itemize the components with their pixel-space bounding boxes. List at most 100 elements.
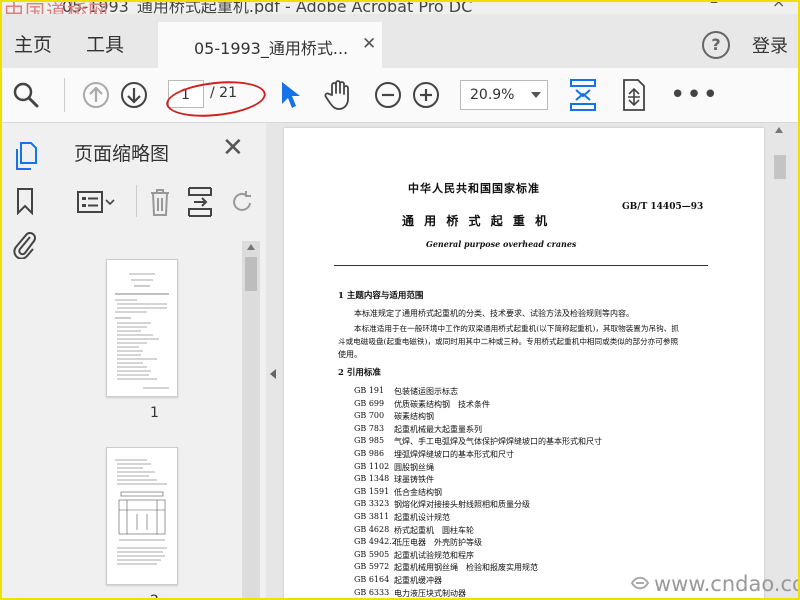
thumbnail-scrollbar[interactable]	[242, 241, 260, 598]
standard-name-16: 电力液压块式制动器	[394, 588, 466, 598]
panel-divider	[136, 185, 137, 217]
standard-code: GB/T 14405—93	[622, 202, 704, 212]
standard-code-1: GB 699	[354, 398, 385, 408]
standard-code-7: GB 1348	[354, 474, 390, 484]
minus-icon[interactable]	[374, 81, 402, 109]
standard-name-1: 优质碳素结构钢 技术条件	[394, 399, 490, 409]
doc-scroll-up-icon[interactable]	[775, 127, 783, 133]
standard-name-3: 起重机械最大起重量系列	[394, 424, 482, 434]
thumbnail-page-2[interactable]	[106, 447, 178, 585]
hand-icon[interactable]	[322, 79, 354, 111]
standard-name-6: 圆股钢丝绳	[394, 462, 434, 472]
search-icon[interactable]	[12, 81, 40, 109]
watermark-bottom: www.cndao.com	[654, 572, 798, 596]
login-button[interactable]: 登录	[752, 32, 788, 58]
paragraph-2-line-1: 本标准适用于在一般环境中工作的双梁通用桥式起重机(以下简称起重机)，其取物装置为…	[354, 324, 679, 333]
home-menu[interactable]: 主页	[14, 30, 52, 57]
standard-code-10: GB 3811	[354, 512, 390, 521]
minimize-icon[interactable]: –	[710, 2, 718, 11]
collapse-panel-icon[interactable]	[270, 369, 276, 379]
scroll-up-icon[interactable]	[247, 244, 255, 250]
nav-rail	[2, 123, 47, 598]
standard-name-7: 球墨铸铁件	[394, 475, 434, 485]
thumbnail-panel: 页面缩略图 ✕ 1	[46, 123, 266, 598]
tools-menu[interactable]: 工具	[86, 30, 124, 57]
standard-code-14: GB 5972	[354, 562, 390, 572]
standard-code-2: GB 700	[354, 411, 385, 421]
panel-splitter[interactable]	[266, 123, 280, 598]
more-icon[interactable]: •••	[670, 82, 719, 108]
standard-code-16: GB 6333	[354, 587, 390, 597]
help-icon[interactable]: ?	[702, 31, 730, 59]
scroll-mode-icon[interactable]	[620, 78, 648, 112]
title-bar: 05-1993_通用桥式起重机.pdf - Adobe Acrobat Pro …	[2, 2, 798, 14]
standard-name-0: 包装储运图示标志	[394, 387, 458, 396]
fit-page-icon[interactable]	[568, 78, 598, 112]
standard-name-2: 碳素结构钢	[394, 412, 434, 422]
thumbnail-page-1-preview	[115, 273, 169, 389]
standard-code-15: GB 6164	[354, 575, 390, 584]
paragraph-1: 本标准规定了通用桥式起重机的分类、技术要求、试验方法及检验规则等内容。	[354, 309, 634, 318]
chevron-down-icon	[531, 92, 541, 98]
arrow-down-icon[interactable]	[120, 81, 148, 109]
standard-code-13: GB 5905	[354, 549, 390, 559]
zoom-select[interactable]: 20.9%	[460, 80, 548, 110]
plus-icon[interactable]	[412, 81, 440, 109]
toolbar-divider	[64, 78, 65, 112]
section-2-heading: 2 引用标准	[338, 368, 381, 378]
standard-name-15: 起重机缓冲器	[394, 576, 442, 585]
standard-code-8: GB 1591	[354, 486, 390, 496]
standard-name-14: 起重机械用钢丝绳 检验和报废实用规范	[394, 563, 538, 573]
arrow-up-icon[interactable]	[82, 81, 110, 109]
thumbnail-page-2-preview	[115, 459, 167, 565]
thumbnail-panel-title: 页面缩略图	[74, 143, 170, 165]
english-subtitle: General purpose overhead cranes	[426, 239, 577, 249]
toolbar: 1 / 21 20.9% •••	[2, 68, 798, 123]
standard-name-11: 桥式起重机 圆柱车轮	[394, 525, 474, 535]
document-view[interactable]: 中华人民共和国国家标准 GB/T 14405—93 通 用 桥 式 起 重 机 …	[280, 123, 798, 598]
standard-name-5: 埋弧焊焊缝坡口的基本形式和尺寸	[394, 450, 514, 459]
standard-name-9: 钢熔化焊对接接头射线照相和质量分级	[394, 500, 530, 510]
standard-name-10: 起重机设计规范	[394, 513, 450, 522]
trash-icon[interactable]	[148, 187, 172, 217]
thumbnail-options-icon[interactable]	[76, 189, 116, 215]
rotate-icon[interactable]	[230, 189, 254, 215]
thumbnail-page-1[interactable]	[106, 259, 178, 397]
standard-code-11: GB 4628	[354, 524, 390, 534]
pdf-page: 中华人民共和国国家标准 GB/T 14405—93 通 用 桥 式 起 重 机 …	[284, 128, 764, 598]
standard-code-12: GB 4942.2	[354, 537, 397, 547]
standard-code-0: GB 191	[354, 386, 385, 395]
document-tab[interactable]: 05-1993_通用桥式... ✕	[158, 22, 382, 68]
document-scrollbar-thumb[interactable]	[774, 155, 786, 179]
window-title: 05-1993_通用桥式起重机.pdf - Adobe Acrobat Pro …	[62, 2, 473, 14]
section-1-heading: 1 主题内容与适用范围	[338, 291, 424, 301]
standard-name-4: 气焊、手工电弧焊及气体保护焊焊缝坡口的基本形式和尺寸	[394, 437, 602, 447]
bookmark-icon[interactable]	[15, 187, 35, 215]
paragraph-2-line-2: 斗或电磁吸盘(起重电磁铁)，或同时用其中二种或三种。专用桥式起重机中相同或类似的…	[338, 337, 679, 346]
standard-code-9: GB 3323	[354, 499, 390, 509]
zoom-value: 20.9%	[470, 87, 515, 103]
app-window: 05-1993_通用桥式起重机.pdf - Adobe Acrobat Pro …	[0, 0, 800, 600]
page-thumbnails-icon[interactable]	[14, 141, 38, 171]
standard-code-3: GB 783	[354, 423, 385, 433]
document-tab-label: 05-1993_通用桥式...	[194, 39, 349, 58]
close-window-icon[interactable]: ×	[772, 2, 785, 11]
close-tab-icon[interactable]: ✕	[362, 34, 376, 54]
tab-bar: 主页 工具 05-1993_通用桥式... ✕ ? 登录	[2, 14, 798, 68]
watermark-logo-icon	[630, 576, 650, 590]
header-rule	[334, 265, 708, 266]
standard-code-5: GB 986	[354, 449, 385, 458]
thumbnail-label-1: 1	[150, 405, 159, 421]
standard-name-12: 低压电器 外壳防护等级	[394, 538, 482, 548]
document-scrollbar[interactable]	[770, 123, 788, 598]
document-title: 通 用 桥 式 起 重 机	[402, 214, 551, 228]
insert-page-icon[interactable]	[186, 186, 214, 218]
paragraph-2-line-3: 使用。	[338, 350, 362, 359]
thumbnail-scrollbar-thumb[interactable]	[245, 257, 257, 291]
standard-code-4: GB 985	[354, 436, 385, 446]
standard-name-8: 低合金结构钢	[394, 487, 442, 497]
close-panel-icon[interactable]: ✕	[222, 133, 244, 163]
attachment-icon[interactable]	[12, 229, 38, 259]
national-standard-heading: 中华人民共和国国家标准	[408, 182, 540, 195]
cursor-icon[interactable]	[278, 80, 302, 110]
